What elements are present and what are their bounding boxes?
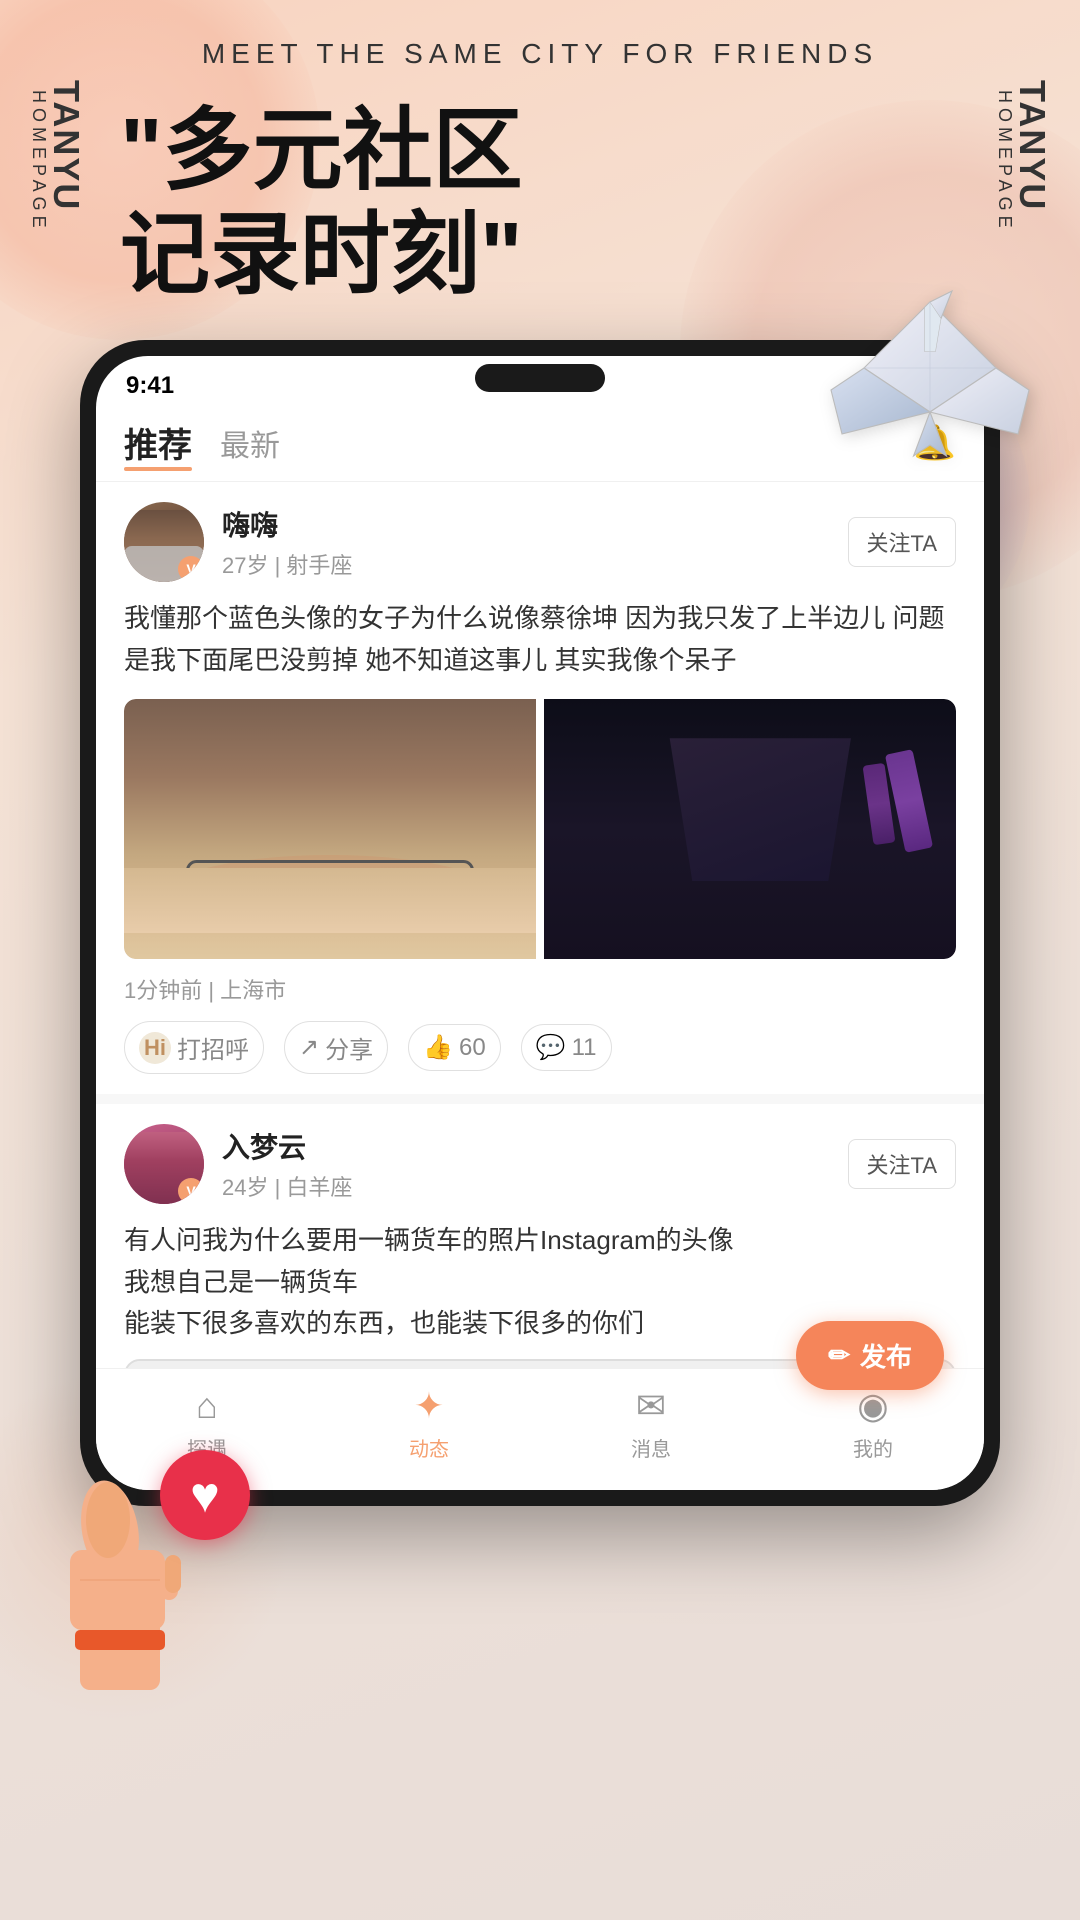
share-button[interactable]: ↗ 分享 <box>284 1021 388 1074</box>
post-actions-1: Hi 打招呼 ↗ 分享 👍 60 💬 11 <box>124 1021 956 1074</box>
avatar-2[interactable]: V <box>124 1124 204 1204</box>
follow-btn-1[interactable]: 关注TA <box>848 517 956 567</box>
nav-item-profile[interactable]: ◉ 我的 <box>853 1385 893 1462</box>
phone-screen: 9:41 ▐▐▐▐ 📶 推荐 最新 🔔 V <box>96 356 984 1490</box>
like-button[interactable]: 👍 60 <box>408 1024 501 1071</box>
greet-button[interactable]: Hi 打招呼 <box>124 1021 264 1074</box>
follow-btn-2[interactable]: 关注TA <box>848 1139 956 1189</box>
profile-label: 我的 <box>853 1433 893 1462</box>
side-left: TANYU HOMEPAGE <box>30 80 84 233</box>
avatar-badge-1: V <box>178 556 204 582</box>
post-images-1 <box>124 699 956 959</box>
comment-button[interactable]: 💬 11 <box>521 1024 612 1071</box>
greet-icon: Hi <box>139 1032 171 1064</box>
nav-item-message[interactable]: ✉ 消息 <box>631 1385 671 1462</box>
post-image-right <box>544 699 956 959</box>
tab-latest[interactable]: 最新 <box>220 421 280 465</box>
publish-button[interactable]: ✏ 发布 <box>796 1321 944 1390</box>
post-header-1: V 嗨嗨 27岁 | 射手座 关注TA <box>124 502 956 582</box>
feed-label: 动态 <box>409 1433 449 1462</box>
user-info-1: 嗨嗨 27岁 | 射手座 <box>222 504 848 580</box>
post-card-1: V 嗨嗨 27岁 | 射手座 关注TA 我懂那个蓝色头像的女子为什么说像蔡徐坤 … <box>96 482 984 1104</box>
publish-icon: ✏ <box>828 1340 850 1371</box>
like-icon: 👍 <box>423 1033 453 1062</box>
post-location-1: 1分钟前 | 上海市 <box>124 973 956 1005</box>
status-time: 9:41 <box>126 372 174 400</box>
message-icon: ✉ <box>636 1385 666 1427</box>
comment-icon: 💬 <box>536 1033 566 1062</box>
user-meta-1: 27岁 | 射手座 <box>222 548 848 580</box>
profile-icon: ◉ <box>857 1385 888 1427</box>
top-tagline: MEET THE SAME CITY FOR FRIENDS <box>0 38 1080 70</box>
username-1[interactable]: 嗨嗨 <box>222 504 848 544</box>
share-icon: ↗ <box>299 1033 319 1062</box>
post-header-2: V 入梦云 24岁 | 白羊座 关注TA <box>124 1124 956 1204</box>
nav-item-feed[interactable]: ✦ 动态 <box>409 1385 449 1462</box>
avatar-1[interactable]: V <box>124 502 204 582</box>
post-text-1: 我懂那个蓝色头像的女子为什么说像蔡徐坤 因为我只发了上半边儿 问题是我下面尾巴没… <box>124 598 956 681</box>
main-headline: "多元社区 记录时刻" <box>120 100 523 307</box>
tab-recommended[interactable]: 推荐 <box>124 418 192 467</box>
user-meta-2: 24岁 | 白羊座 <box>222 1170 848 1202</box>
username-2[interactable]: 入梦云 <box>222 1126 848 1166</box>
phone-mockup: 9:41 ▐▐▐▐ 📶 推荐 最新 🔔 V <box>80 340 1000 1506</box>
user-info-2: 入梦云 24岁 | 白羊座 <box>222 1126 848 1202</box>
message-label: 消息 <box>631 1433 671 1462</box>
phone-notch <box>475 364 605 392</box>
explore-icon: ⌂ <box>196 1385 218 1427</box>
origami-crane <box>820 280 1040 500</box>
side-right: TANYU HOMEPAGE <box>996 80 1050 233</box>
avatar-badge-2: V <box>178 1178 204 1204</box>
post-image-left <box>124 699 536 959</box>
feed-icon: ✦ <box>414 1385 444 1427</box>
heart-overlay: ♥ <box>160 1450 250 1540</box>
